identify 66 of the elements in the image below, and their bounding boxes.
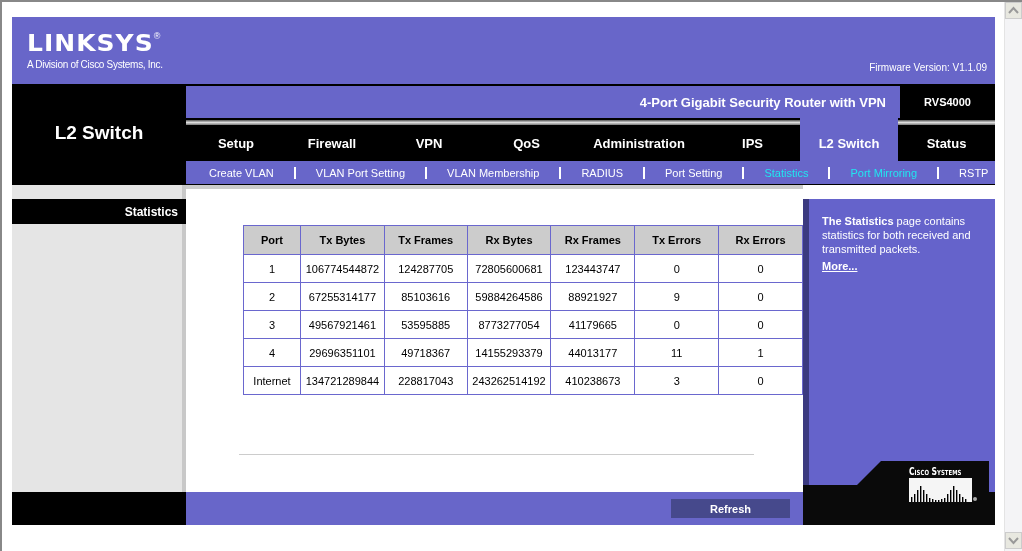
table-cell: 106774544872 [300, 254, 385, 283]
column-header: Port [243, 225, 301, 255]
table-cell: 41179665 [550, 310, 635, 339]
table-cell: 88921927 [550, 282, 635, 311]
cisco-systems-logo: Cisco Systems [909, 466, 977, 502]
column-header: Tx Errors [634, 225, 719, 255]
table-cell: 243262514192 [467, 366, 551, 395]
column-header: Rx Frames [550, 225, 635, 255]
table-cell: 3 [634, 366, 719, 395]
table-cell: 59884264586 [467, 282, 551, 311]
table-cell: 44013177 [550, 338, 635, 367]
submenu-link[interactable]: VLAN Port Setting [315, 166, 406, 179]
submenu-link[interactable]: Port Mirroring [850, 166, 918, 179]
table-cell: 72805600681 [467, 254, 551, 283]
linksys-logo: LINKSYS [27, 32, 154, 56]
refresh-button[interactable]: Refresh [671, 499, 790, 518]
table-cell: 14155293379 [467, 338, 551, 367]
table-cell: 0 [718, 282, 803, 311]
submenu-link[interactable]: RSTP [959, 166, 989, 179]
column-header: Tx Frames [384, 225, 468, 255]
table-cell: 49567921461 [300, 310, 385, 339]
table-cell: 0 [718, 254, 803, 283]
firmware-version: Firmware Version: V1.1.09 [869, 62, 987, 73]
nav-tab[interactable]: L2 Switch [800, 118, 898, 161]
table-cell: 2 [243, 282, 301, 311]
table-cell: 85103616 [384, 282, 468, 311]
product-name: 4-Port Gigabit Security Router with VPN [186, 86, 900, 118]
table-cell: 1 [718, 338, 803, 367]
table-cell: 123443747 [550, 254, 635, 283]
table-cell: 134721289844 [300, 366, 385, 395]
table-cell: 67255314177 [300, 282, 385, 311]
column-header: Tx Bytes [300, 225, 385, 255]
submenu-link[interactable]: VLAN Membership [447, 166, 540, 179]
table-cell: 29696351101 [300, 338, 385, 367]
table-cell: 228817043 [384, 366, 468, 395]
column-header: Rx Errors [718, 225, 803, 255]
model-name: RVS4000 [923, 95, 972, 110]
help-text: The Statistics page contains statistics for both received and transmitted packets. [821, 214, 972, 256]
table-cell: 11 [634, 338, 719, 367]
section-title: L2 Switch [54, 122, 144, 145]
table-cell: 49718367 [384, 338, 468, 367]
scroll-down-icon[interactable] [1005, 532, 1022, 549]
scrollbar[interactable] [1004, 2, 1022, 551]
submenu-link[interactable]: Port Setting [665, 166, 723, 179]
scroll-up-icon[interactable] [1005, 2, 1022, 19]
table-cell: 9 [634, 282, 719, 311]
table-cell: 0 [718, 366, 803, 395]
registered-mark: ® [153, 31, 161, 41]
table-cell: 53595885 [384, 310, 468, 339]
submenu-link[interactable]: RADIUS [581, 166, 623, 179]
more-link[interactable]: More... [822, 260, 858, 272]
column-header: Rx Bytes [467, 225, 551, 255]
submenu-link[interactable]: Statistics [764, 166, 809, 179]
table-cell: 8773277054 [467, 310, 551, 339]
tagline: A Division of Cisco Systems, Inc. [27, 59, 163, 70]
table-cell: 124287705 [384, 254, 468, 283]
table-cell: 410238673 [550, 366, 635, 395]
table-cell: Internet [243, 366, 301, 395]
sidebar-heading: Statistics [12, 199, 186, 224]
table-cell: 0 [634, 310, 719, 339]
submenu-link[interactable]: Create VLAN [209, 166, 274, 179]
table-cell: 4 [243, 338, 301, 367]
table-cell: 3 [243, 310, 301, 339]
table-cell: 1 [243, 254, 301, 283]
table-cell: 0 [634, 254, 719, 283]
table-cell: 0 [718, 310, 803, 339]
